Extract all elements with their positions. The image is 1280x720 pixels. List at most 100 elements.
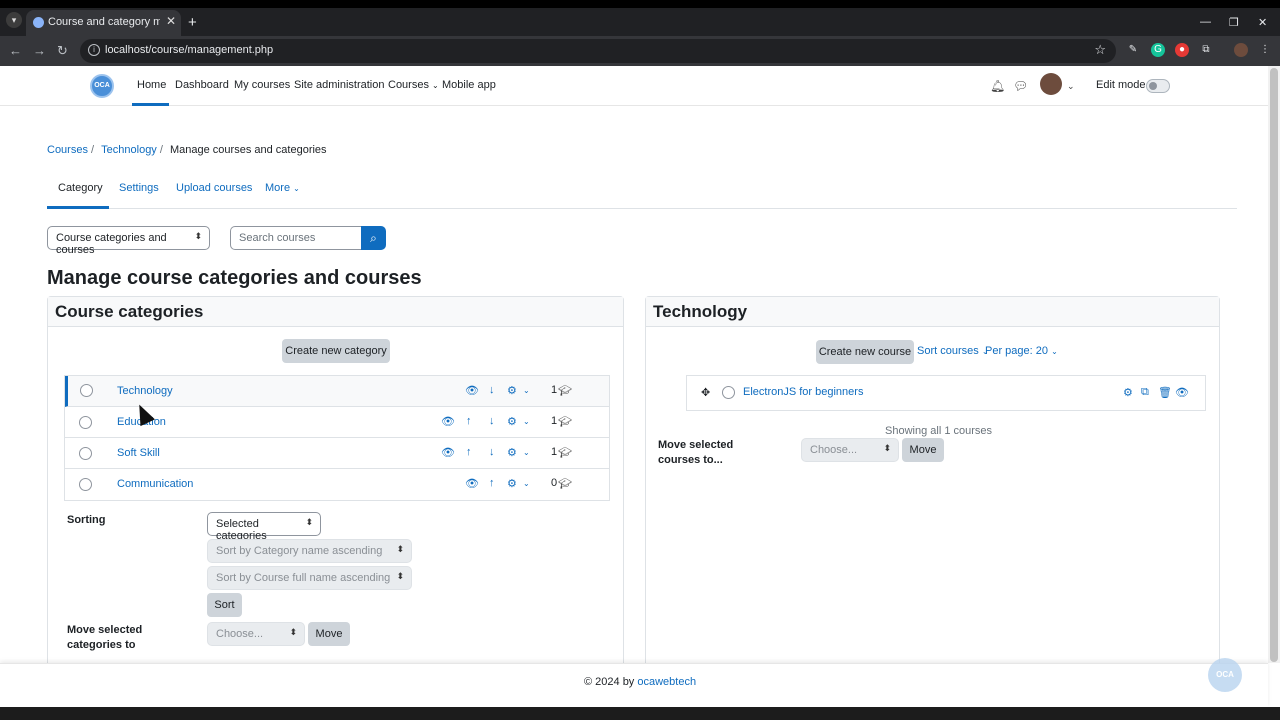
breadcrumb-technology[interactable]: Technology [101, 144, 157, 156]
course-row[interactable]: ✥ ElectronJS for beginners ⚙ ⧉ 🗑︎ 👁︎ [686, 375, 1206, 411]
move-down-icon[interactable]: ↓ [489, 446, 495, 458]
drag-move-icon[interactable]: ✥ [701, 386, 710, 399]
course-select-radio[interactable] [722, 386, 735, 399]
extensions-icon[interactable]: ⧉ [1199, 43, 1213, 57]
nav-home[interactable]: Home [137, 79, 166, 91]
profile-icon[interactable] [1234, 43, 1248, 57]
category-select-radio[interactable] [79, 478, 92, 491]
category-select-radio[interactable] [79, 416, 92, 429]
sort-category-select[interactable]: Sort by Category name ascending ⬍ [207, 539, 412, 563]
search-button[interactable]: ⌕ [361, 226, 386, 250]
new-tab-icon[interactable]: + [188, 14, 197, 31]
tab-more[interactable]: More ⌄ [265, 182, 300, 194]
move-courses-select[interactable]: Choose... ⬍ [801, 438, 899, 462]
chevron-down-icon[interactable]: ⌄ [523, 479, 530, 488]
nav-mobile-app[interactable]: Mobile app [442, 79, 496, 91]
category-name[interactable]: Technology [117, 385, 173, 397]
category-name[interactable]: Communication [117, 478, 193, 490]
sort-scope-select[interactable]: Selected categories ⬍ [207, 512, 321, 542]
bookmark-star-icon[interactable]: ☆ [1094, 42, 1106, 58]
gear-icon[interactable]: ⚙ [507, 446, 517, 459]
create-new-course-button[interactable]: Create new course [816, 340, 914, 364]
user-avatar[interactable] [1040, 73, 1062, 95]
address-bar[interactable]: i localhost/course/management.php ☆ [80, 39, 1116, 63]
move-down-icon[interactable]: ↓ [489, 415, 495, 427]
browser-tab[interactable]: Course and category managem ✕ [26, 10, 181, 36]
forward-icon[interactable]: → [33, 43, 46, 58]
close-window-icon[interactable]: ✕ [1258, 16, 1267, 29]
gear-icon[interactable]: ⚙ [507, 384, 517, 397]
eye-icon[interactable]: 👁︎ [441, 446, 455, 459]
site-logo[interactable]: OCA [90, 74, 114, 98]
trash-icon[interactable]: 🗑︎ [1158, 386, 1172, 399]
search-icon: ⌕ [370, 231, 377, 245]
course-count: 0 [551, 477, 558, 489]
view-mode-select[interactable]: Course categories and courses ⬍ [47, 226, 210, 256]
nav-courses[interactable]: Courses ⌄ [388, 79, 439, 91]
site-info-icon[interactable]: i [88, 44, 100, 56]
footer-link[interactable]: ocawebtech [637, 676, 696, 688]
category-row-communication[interactable]: Communication 👁︎ ↑ ⚙ ⌄ 0 🎓︎ [65, 469, 609, 500]
page-scrollbar[interactable] [1268, 66, 1280, 663]
scrollbar-thumb[interactable] [1270, 68, 1278, 662]
breadcrumb-courses[interactable]: Courses [47, 144, 88, 156]
nav-my-courses[interactable]: My courses [234, 79, 290, 91]
grammarly-extension-icon[interactable]: G [1151, 43, 1165, 57]
per-page-menu[interactable]: Per page: 20 ⌄ [985, 344, 1058, 359]
chevron-down-icon[interactable]: ⌄ [523, 448, 530, 457]
minimize-icon[interactable]: — [1200, 16, 1211, 28]
tab-category[interactable]: Category [58, 182, 103, 194]
pen-extension-icon[interactable]: ✎ [1126, 43, 1140, 57]
category-name[interactable]: Soft Skill [117, 447, 160, 459]
move-categories-label: Move selected categories to [67, 624, 143, 651]
move-up-icon[interactable]: ↑ [466, 446, 472, 458]
create-new-category-button[interactable]: Create new category [282, 339, 390, 363]
nav-site-administration[interactable]: Site administration [294, 79, 385, 91]
sort-button[interactable]: Sort [207, 593, 242, 617]
move-down-icon[interactable]: ↓ [489, 384, 495, 396]
reload-icon[interactable]: ↻ [57, 43, 68, 59]
category-row-soft-skill[interactable]: Soft Skill 👁︎ ↑ ↓ ⚙ ⌄ 1 🎓︎ [65, 438, 609, 469]
user-menu-chevron-icon[interactable]: ⌄ [1067, 81, 1075, 92]
eye-icon[interactable]: 👁︎ [465, 477, 479, 490]
browser-menu-icon[interactable]: ⋮ [1258, 43, 1272, 57]
move-categories-button[interactable]: Move [308, 622, 350, 646]
course-name[interactable]: ElectronJS for beginners [743, 386, 863, 398]
close-tab-icon[interactable]: ✕ [166, 14, 176, 28]
notifications-bell-icon[interactable]: 🔔︎ [990, 79, 1005, 93]
move-up-icon[interactable]: ↑ [489, 477, 495, 489]
gear-icon[interactable]: ⚙ [507, 477, 517, 490]
restore-icon[interactable]: ❐ [1229, 16, 1239, 29]
eye-icon[interactable]: 👁︎ [465, 384, 479, 397]
sort-course-select[interactable]: Sort by Course full name ascending ⬍ [207, 566, 412, 590]
graduation-cap-icon: 🎓︎ [558, 416, 572, 428]
category-select-radio[interactable] [80, 384, 93, 397]
back-icon[interactable]: ← [9, 43, 22, 58]
tab-upload-courses[interactable]: Upload courses [176, 182, 252, 194]
category-select-radio[interactable] [79, 447, 92, 460]
nav-dashboard[interactable]: Dashboard [175, 79, 229, 91]
gear-icon[interactable]: ⚙ [1123, 386, 1133, 399]
eye-icon[interactable]: 👁︎ [441, 415, 455, 428]
search-courses-input[interactable]: Search courses [230, 226, 362, 250]
tab-search-icon[interactable]: ▾ [6, 12, 22, 28]
eye-icon[interactable]: 👁︎ [1175, 386, 1189, 399]
record-extension-icon[interactable]: ● [1175, 43, 1189, 57]
breadcrumb-current: Manage courses and categories [170, 144, 327, 156]
move-categories-select[interactable]: Choose... ⬍ [207, 622, 305, 646]
gear-icon[interactable]: ⚙ [507, 415, 517, 428]
tab-title: Course and category managem [48, 16, 160, 28]
category-courses-panel: Technology Create new course Sort course… [645, 296, 1220, 676]
move-up-icon[interactable]: ↑ [466, 415, 472, 427]
sort-courses-menu[interactable]: Sort courses ⌄ [917, 344, 989, 359]
chevron-down-icon[interactable]: ⌄ [523, 386, 530, 395]
move-courses-button[interactable]: Move [902, 438, 944, 462]
messages-icon[interactable]: 💬︎ [1013, 79, 1028, 93]
copy-icon[interactable]: ⧉ [1141, 386, 1149, 399]
move-courses-label: Move selected courses to... [658, 439, 734, 466]
chevron-down-icon[interactable]: ⌄ [523, 417, 530, 426]
tab-settings[interactable]: Settings [119, 182, 159, 194]
edit-mode-toggle[interactable] [1146, 79, 1170, 93]
site-navbar: OCA Home Dashboard My courses Site admin… [0, 66, 1268, 106]
nav-courses-label: Courses [388, 79, 429, 91]
